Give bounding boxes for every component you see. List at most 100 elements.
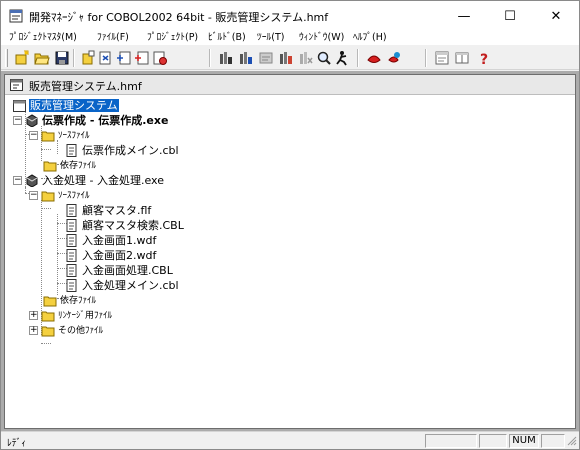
- maximize-button[interactable]: ☐: [487, 1, 533, 31]
- tree-file-label: 入金処理メイン.cbl: [82, 279, 179, 292]
- app-window: 開発ﾏﾈｰｼﾞｬ for COBOL2002 64bit - 販売管理システム.…: [0, 0, 580, 450]
- run-icon[interactable]: [365, 49, 383, 67]
- tree-file-label: 顧客マスタ検索.CBL: [82, 219, 184, 232]
- project-tree: 販売管理システム − 伝票作成 - 伝票作成.exe − ｿｰｽﾌｧｲﾙ 伝票作…: [5, 96, 575, 428]
- exe-target-icon: [26, 174, 38, 187]
- menu-bar: ﾌﾟﾛｼﾞｪｸﾄﾏｽﾀ(M) ﾌｧｲﾙ(F) ﾌﾟﾛｼﾞｪｸﾄ(P) ﾋﾞﾙﾄﾞ…: [1, 31, 579, 45]
- toolbar-separator: [73, 49, 75, 67]
- debug-icon[interactable]: [333, 49, 351, 67]
- folder-icon: [43, 161, 57, 172]
- collapse-toggle-icon[interactable]: −: [13, 116, 22, 125]
- close-button[interactable]: ✕: [533, 1, 579, 31]
- link-icon[interactable]: [277, 49, 295, 67]
- clean-icon[interactable]: [297, 49, 315, 67]
- tree-folder-label: ｿｰｽﾌｧｲﾙ: [58, 131, 90, 141]
- expand-toggle-icon[interactable]: +: [29, 311, 38, 320]
- compile-icon[interactable]: [257, 49, 275, 67]
- rebuild-icon[interactable]: [237, 49, 255, 67]
- folder-icon: [41, 326, 55, 337]
- tree-folder-label: 依存ﾌｧｲﾙ: [60, 296, 97, 306]
- add-source-icon[interactable]: [115, 49, 133, 67]
- tree-root[interactable]: 販売管理システム: [13, 98, 173, 113]
- tree-file[interactable]: 入金画面1.wdf: [61, 233, 201, 248]
- source-file-icon: [66, 144, 77, 157]
- open-project-icon[interactable]: [33, 49, 51, 67]
- tree-file-label: 伝票作成メイン.cbl: [82, 144, 179, 157]
- tree-dependency-folder-2[interactable]: 依存ﾌｧｲﾙ: [43, 293, 143, 308]
- minimize-button[interactable]: —: [441, 1, 487, 31]
- tree-target-2-label: 入金処理 - 入金処理.exe: [42, 174, 164, 187]
- tree-file-label: 入金画面1.wdf: [82, 234, 157, 247]
- collapse-toggle-icon[interactable]: −: [29, 191, 38, 200]
- tile-icon[interactable]: [453, 49, 471, 67]
- add-file-icon[interactable]: [79, 49, 97, 67]
- new-project-icon[interactable]: [13, 49, 31, 67]
- tree-source-folder-1[interactable]: − ｿｰｽﾌｧｲﾙ: [29, 128, 149, 143]
- tree-file[interactable]: 顧客マスタ.flf: [61, 203, 201, 218]
- window-list-icon[interactable]: [433, 49, 451, 67]
- tree-other-folder[interactable]: + その他ﾌｧｲﾙ: [29, 323, 169, 338]
- source-file-icon: [66, 264, 77, 277]
- build-icon[interactable]: [217, 49, 235, 67]
- tree-file-label: 入金画面2.wdf: [82, 249, 157, 262]
- exe-target-icon: [26, 114, 38, 127]
- tree-file[interactable]: 顧客マスタ検索.CBL: [61, 218, 201, 233]
- tree-source-folder-2[interactable]: − ｿｰｽﾌｧｲﾙ: [29, 188, 149, 203]
- folder-icon: [43, 296, 57, 307]
- tree-folder-label: その他ﾌｧｲﾙ: [58, 326, 104, 336]
- toolbar-separator: [357, 49, 359, 67]
- tree-root-label: 販売管理システム: [29, 99, 119, 112]
- svg-text:?: ?: [480, 52, 488, 66]
- status-pane: [425, 434, 477, 448]
- collapse-toggle-icon[interactable]: −: [29, 131, 38, 140]
- collapse-toggle-icon[interactable]: −: [13, 176, 22, 185]
- add-dependency-icon[interactable]: [133, 49, 151, 67]
- toolbar: ?: [1, 46, 579, 70]
- project-window-title: 販売管理システム.hmf: [29, 80, 142, 93]
- project-window: 販売管理システム.hmf 販売管理システム − 伝票作成 - 伝票作成.exe …: [4, 74, 576, 429]
- project-file-icon: [10, 79, 23, 91]
- toolbar-separator: [425, 49, 427, 67]
- menu-tools[interactable]: ﾂｰﾙ(T): [257, 31, 284, 45]
- menu-window[interactable]: ｳｨﾝﾄﾞｳ(W): [299, 31, 344, 45]
- save-icon[interactable]: [53, 49, 71, 67]
- help-icon[interactable]: ?: [475, 49, 493, 67]
- tree-target-2[interactable]: − 入金処理 - 入金処理.exe: [13, 173, 213, 188]
- menu-project[interactable]: ﾌﾟﾛｼﾞｪｸﾄ(P): [147, 31, 198, 45]
- tree-file[interactable]: 入金画面2.wdf: [61, 248, 201, 263]
- expand-toggle-icon[interactable]: +: [29, 326, 38, 335]
- tree-file[interactable]: 入金画面処理.CBL: [61, 263, 201, 278]
- properties-icon[interactable]: [151, 49, 169, 67]
- tree-target-1[interactable]: − 伝票作成 - 伝票作成.exe: [13, 113, 213, 128]
- toolbar-separator: [209, 49, 211, 67]
- tree-file[interactable]: 入金処理メイン.cbl: [61, 278, 201, 293]
- menu-file[interactable]: ﾌｧｲﾙ(F): [97, 31, 129, 45]
- folder-icon: [41, 191, 55, 202]
- menu-build[interactable]: ﾋﾞﾙﾄﾞ(B): [208, 31, 246, 45]
- tree-folder-label: ﾘﾝｹｰｼﾞ用ﾌｧｲﾙ: [58, 311, 113, 321]
- tree-folder-label: 依存ﾌｧｲﾙ: [60, 161, 97, 171]
- source-file-icon: [66, 279, 77, 292]
- title-bar[interactable]: 開発ﾏﾈｰｼﾞｬ for COBOL2002 64bit - 販売管理システム.…: [1, 1, 579, 31]
- find-icon[interactable]: [315, 49, 333, 67]
- project-icon: [13, 100, 26, 112]
- test-icon[interactable]: [385, 49, 403, 67]
- remove-file-icon[interactable]: [97, 49, 115, 67]
- tree-file[interactable]: 伝票作成メイン.cbl: [61, 143, 201, 158]
- resize-grip-icon[interactable]: [567, 436, 577, 446]
- folder-icon: [41, 131, 55, 142]
- source-file-icon: [66, 204, 77, 217]
- toolbar-grip[interactable]: [5, 49, 8, 67]
- tree-target-1-label: 伝票作成 - 伝票作成.exe: [42, 114, 169, 127]
- status-pane: [479, 434, 507, 448]
- status-pane: [541, 434, 565, 448]
- menu-help[interactable]: ﾍﾙﾌﾟ(H): [353, 31, 387, 45]
- status-text: ﾚﾃﾞｨ: [7, 438, 27, 449]
- num-lock-indicator: NUM: [509, 434, 539, 448]
- menu-project-master[interactable]: ﾌﾟﾛｼﾞｪｸﾄﾏｽﾀ(M): [9, 31, 77, 45]
- tree-dependency-folder-1[interactable]: 依存ﾌｧｲﾙ: [43, 158, 143, 173]
- folder-icon: [41, 311, 55, 322]
- source-file-icon: [66, 249, 77, 262]
- tree-linkage-folder[interactable]: + ﾘﾝｹｰｼﾞ用ﾌｧｲﾙ: [29, 308, 169, 323]
- project-window-title-bar[interactable]: 販売管理システム.hmf: [5, 75, 575, 95]
